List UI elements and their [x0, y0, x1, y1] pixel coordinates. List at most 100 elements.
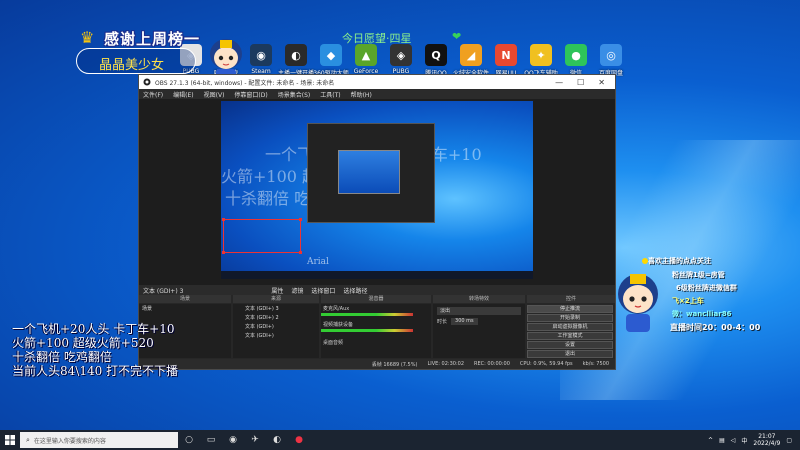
transition-select[interactable]: 淡出: [437, 307, 521, 315]
notification-icon[interactable]: ▢: [786, 437, 792, 444]
desktop-icon[interactable]: ●微信: [557, 44, 595, 77]
volume-icon[interactable]: ◁: [731, 437, 736, 444]
app-icon: N: [495, 44, 517, 66]
app-icon: ◆: [320, 44, 342, 66]
clock-time: 21:07: [758, 433, 776, 440]
thanks-banner: ♛ 感谢上周榜一 晶晶美少女: [74, 24, 284, 81]
transitions-dock-header: 转场特效: [433, 295, 525, 303]
volume-meter: [321, 329, 413, 332]
source-item[interactable]: 文本 (GDI+): [235, 323, 311, 331]
menu-docks[interactable]: 停靠窗口(D): [234, 90, 267, 99]
cpu-fps: CPU: 0.9%, 59.94 fps: [519, 361, 573, 367]
windows-taskbar: ⌕ 在这里输入你要搜索的内容 ○ ▭ ◉ ✈ ◐ ● ^ ▤ ◁ 中 21:07…: [0, 430, 800, 450]
app-icon: ✦: [530, 44, 552, 66]
studio-mode-button[interactable]: 工作室模式: [527, 332, 613, 340]
car-rule: 飞×2上车: [672, 297, 704, 305]
app-icon: ◎: [600, 44, 622, 66]
top-supporter-name: 晶晶美少女: [99, 58, 165, 73]
wechat-prefix: 微：: [672, 310, 686, 318]
clock[interactable]: 21:07 2022/4/9: [753, 433, 780, 447]
crown-icon: ♛: [80, 28, 95, 47]
desktop-icon[interactable]: ◎百度网盘: [592, 44, 630, 77]
desktop-icon[interactable]: ◆360驱动大师: [312, 44, 350, 77]
source-item[interactable]: 文本 (GDI+): [235, 332, 311, 340]
select-window-button[interactable]: 选择窗口: [311, 286, 335, 295]
desktop-icon[interactable]: N网易UU: [487, 44, 525, 77]
obs-logo-icon: [143, 78, 151, 86]
windows-logo-icon: [5, 435, 15, 445]
obs-menubar: 文件(F) 编辑(E) 视图(V) 停靠窗口(D) 场景集合(S) 工具(T) …: [139, 89, 615, 99]
wechat-id-value: wanclliar86: [686, 310, 732, 318]
gift-rule-line: 十杀翻倍 吃鸡翻倍: [12, 350, 112, 364]
stop-streaming-button[interactable]: 停止推流: [527, 305, 613, 313]
duration-label: 时长: [437, 319, 448, 325]
desktop-icon[interactable]: Q腾讯QQ: [417, 44, 455, 77]
select-process-button[interactable]: 选择路径: [343, 286, 367, 295]
menu-edit[interactable]: 编辑(E): [173, 90, 193, 99]
properties-button[interactable]: 属性: [271, 286, 283, 295]
obs-titlebar[interactable]: OBS 27.1.3 (64-bit, windows) - 配置文件: 未命名…: [139, 75, 615, 89]
mixer-dock-header: 混音器: [321, 295, 431, 303]
settings-button[interactable]: 设置: [527, 341, 613, 349]
menu-view[interactable]: 视图(V): [204, 90, 225, 99]
system-tray: ^ ▤ ◁ 中 21:07 2022/4/9 ▢: [708, 433, 800, 447]
task-view-icon[interactable]: ▭: [200, 430, 222, 450]
mixer-track-name: 桌面音频: [323, 340, 344, 346]
start-recording-button[interactable]: 开始录制: [527, 314, 613, 322]
taskbar-search[interactable]: ⌕ 在这里输入你要搜索的内容: [20, 432, 178, 448]
maximize-button[interactable]: ☐: [577, 78, 584, 87]
desktop-icon[interactable]: ▲ GeForce: [347, 44, 385, 75]
app-icon: ▲: [355, 44, 377, 66]
gift-rule-line: 一个飞机+20人头 卡丁车+10: [12, 322, 175, 336]
minimize-button[interactable]: —: [555, 78, 563, 87]
duration-field[interactable]: 300 ms: [451, 318, 478, 325]
mixer-track-name: 麦克风/Aux: [323, 306, 350, 312]
fan-badge-rule: 粉丝牌1级=房管: [672, 271, 725, 279]
obs-taskbar-icon[interactable]: ◉: [222, 430, 244, 450]
stream-preview[interactable]: 一个飞机+20人头 卡丁车+10 火箭+100 超级火箭+520 十杀翻倍 吃鸡…: [221, 101, 533, 279]
gift-rule-line: 当前人头84\140 打不完不下播: [12, 364, 179, 378]
app-icon: ●: [565, 44, 587, 66]
menu-file[interactable]: 文件(F): [143, 90, 163, 99]
recursive-preview: [307, 123, 435, 223]
live-timer: LIVE: 02:30:02: [427, 361, 465, 367]
cortana-icon[interactable]: ○: [178, 430, 200, 450]
virtual-camera-button[interactable]: 启动虚拟摄像机: [527, 323, 613, 331]
tray-chevron-icon[interactable]: ^: [708, 437, 713, 444]
network-icon[interactable]: ▤: [719, 437, 725, 444]
airplane-app-icon[interactable]: ✈: [244, 430, 266, 450]
wechat-id: 微：wanclliar86: [672, 309, 731, 319]
netease-icon[interactable]: ●: [288, 430, 310, 450]
source-item[interactable]: 文本 (GDI+) 2: [235, 314, 311, 322]
close-button[interactable]: ✕: [598, 78, 605, 87]
top-supporter-box: 晶晶美少女: [76, 48, 196, 74]
recursive-preview-inner: [338, 150, 400, 194]
scene-item[interactable]: 场景: [139, 304, 231, 313]
wechat-group-rule: 6级粉丝牌进微信群: [676, 284, 737, 292]
menu-scene-collection[interactable]: 场景集合(S): [278, 90, 311, 99]
steam-taskbar-icon[interactable]: ◐: [266, 430, 288, 450]
volume-meter: [321, 313, 413, 316]
desktop-icon[interactable]: ✦QQ飞车辅助: [522, 44, 560, 77]
gift-rule-line: 火箭+100 超级火箭+520: [12, 336, 154, 350]
desktop-icon[interactable]: ◈ PUBG: [382, 44, 420, 75]
source-selection-box[interactable]: [222, 218, 302, 254]
preview-taskbar: [221, 271, 533, 279]
desktop-icon[interactable]: ◢火绒安全软件: [452, 44, 490, 77]
menu-tools[interactable]: 工具(T): [320, 90, 340, 99]
heart-icon: ❤: [452, 30, 462, 43]
thanks-title: 感谢上周榜一: [104, 30, 201, 48]
source-toolbar: 文本 (GDI+) 3 属性 滤镜 选择窗口 选择路径: [139, 285, 615, 295]
sources-dock-header: 来源: [233, 295, 319, 303]
start-button[interactable]: [0, 430, 20, 450]
exit-button[interactable]: 退出: [527, 350, 613, 358]
anime-avatar-icon: [618, 274, 658, 332]
ime-indicator[interactable]: 中: [741, 436, 747, 445]
rec-timer: REC: 00:00:00: [474, 361, 510, 367]
app-icon: ◈: [390, 44, 412, 66]
filters-button[interactable]: 滤镜: [291, 286, 303, 295]
follow-prompt: 喜欢主播的点点关注: [648, 257, 711, 265]
preview-font-label: Arial: [307, 257, 329, 267]
source-item[interactable]: 文本 (GDI+) 3: [235, 305, 311, 313]
menu-help[interactable]: 帮助(H): [351, 90, 372, 99]
